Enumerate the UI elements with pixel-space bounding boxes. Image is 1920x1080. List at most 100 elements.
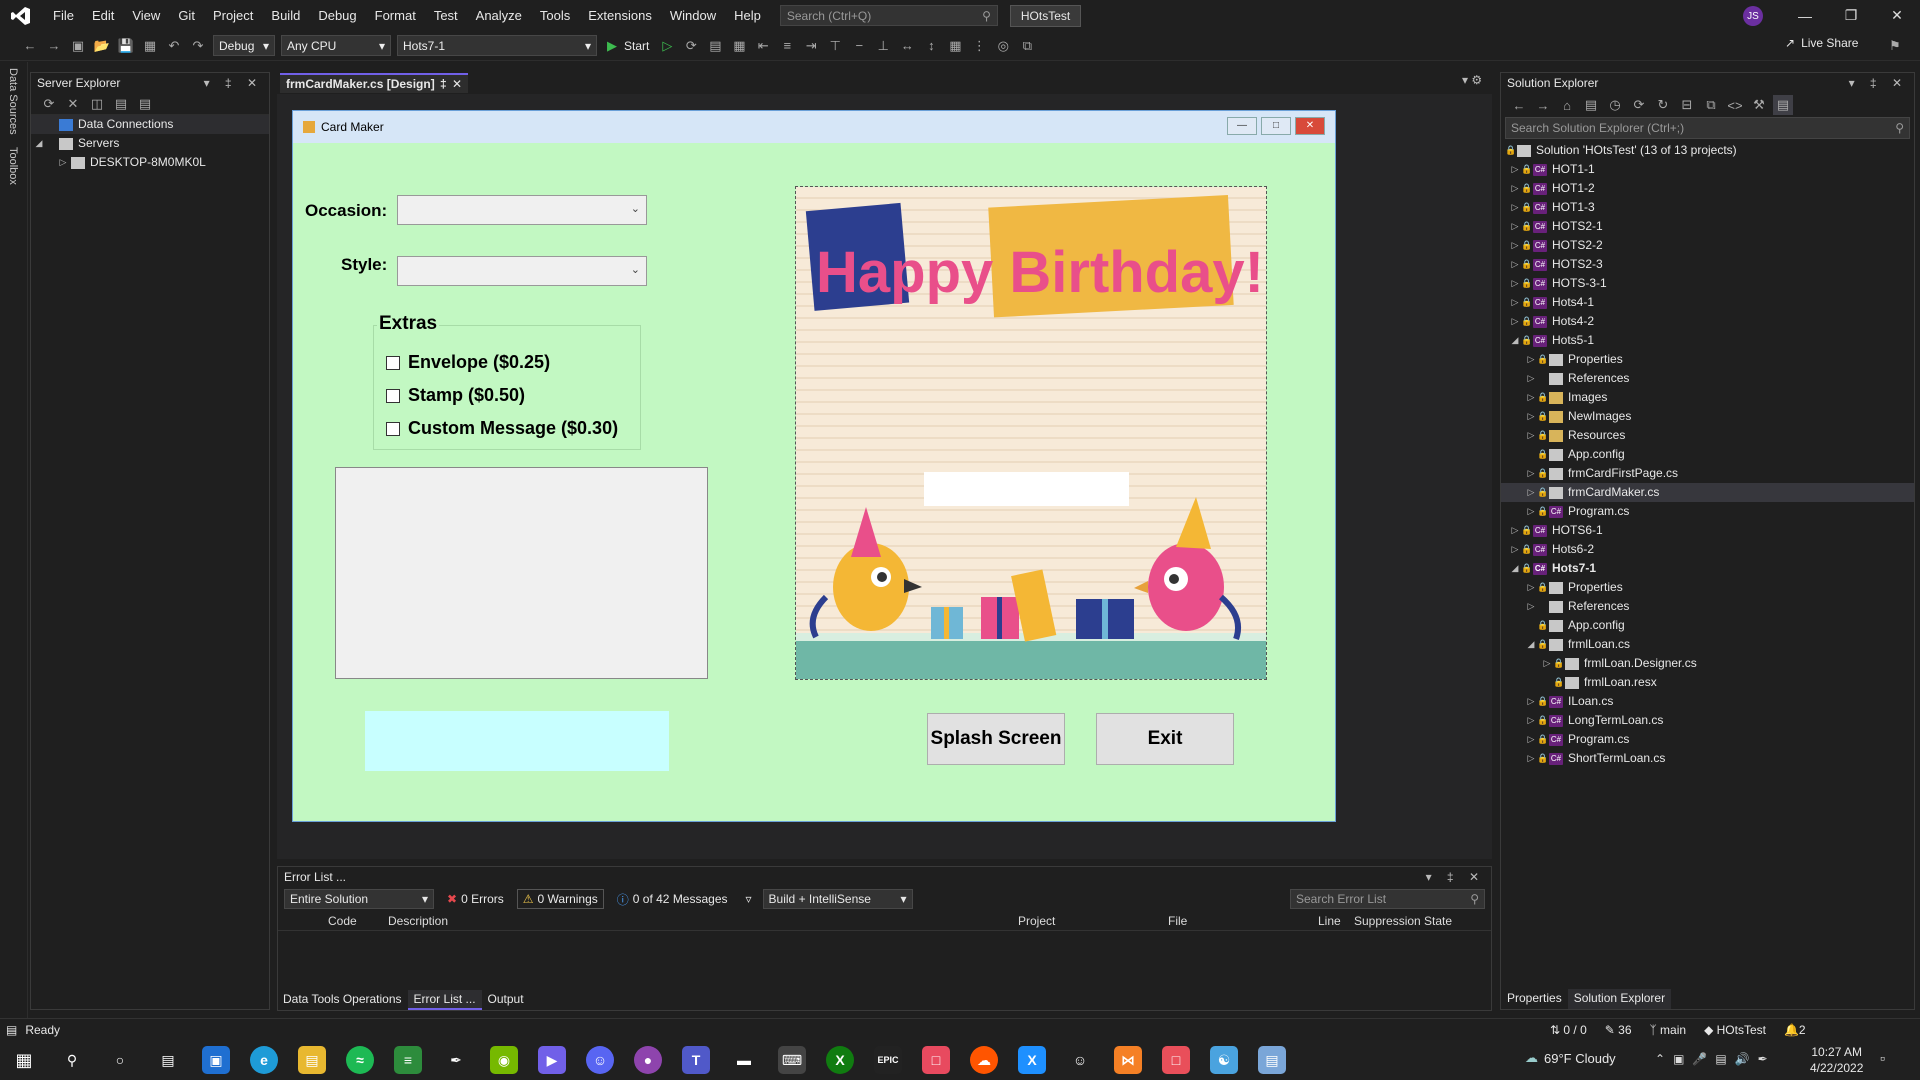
forward-icon[interactable]: → <box>1533 95 1553 115</box>
panel-controls-icon[interactable]: ▾ ‡ ✕ <box>1426 867 1491 887</box>
keyboard-icon[interactable]: ⌨ <box>778 1046 806 1074</box>
tree-item[interactable]: 🔒 App.config <box>1501 616 1914 635</box>
sync-icon[interactable]: ⟳ <box>1629 95 1649 115</box>
tab-toolbox[interactable]: Toolbox <box>0 141 26 191</box>
open-folder-icon[interactable]: 📂 <box>92 36 112 56</box>
menu-debug[interactable]: Debug <box>309 0 365 31</box>
minimize-icon[interactable]: — <box>1782 0 1828 31</box>
expand-right-icon[interactable]: ▷ <box>1541 654 1553 673</box>
expand-right-icon[interactable]: ▷ <box>1525 578 1537 597</box>
expand-down-icon[interactable]: ◢ <box>1509 331 1521 350</box>
task-view-icon[interactable]: ▤ <box>154 1046 182 1074</box>
back-icon[interactable]: ← <box>20 36 40 56</box>
expand-right-icon[interactable]: ▷ <box>1525 502 1537 521</box>
pending-changes-icon[interactable]: ◷ <box>1605 95 1625 115</box>
expand-right-icon[interactable]: ▷ <box>1525 730 1537 749</box>
home-icon[interactable]: ⌂ <box>1557 95 1577 115</box>
grid-icon[interactable]: ▦ <box>945 36 965 56</box>
avatar[interactable]: JS <box>1743 6 1763 26</box>
expand-right-icon[interactable]: ▷ <box>1509 540 1521 559</box>
tree-item[interactable]: ▷ 🔒 frmlLoan.Designer.cs <box>1501 654 1914 673</box>
solution-search-input[interactable]: Search Solution Explorer (Ctrl+;) ⚲ <box>1505 117 1910 139</box>
soundcloud-icon[interactable]: ☁ <box>970 1046 998 1074</box>
tree-item[interactable]: ▷ 🔒 Properties <box>1501 578 1914 597</box>
menu-window[interactable]: Window <box>661 0 725 31</box>
tree-item[interactable]: ▷ 🔒 C# ShortTermLoan.cs <box>1501 749 1914 768</box>
tree-item[interactable]: ▷ 🔒 C# Hots4-1 <box>1501 293 1914 312</box>
office-icon[interactable]: □ <box>1162 1046 1190 1074</box>
column-file[interactable]: File <box>1168 914 1318 928</box>
spotify-icon[interactable]: ≈ <box>346 1046 374 1074</box>
size-height-icon[interactable]: ↕ <box>921 36 941 56</box>
tray-chevron-icon[interactable]: ⌃ <box>1655 1052 1665 1066</box>
spacing-icon[interactable]: ⋮ <box>969 36 989 56</box>
tree-item-solution[interactable]: 🔒 Solution 'HOtsTest' (13 of 13 projects… <box>1501 141 1914 160</box>
size-width-icon[interactable]: ↔ <box>897 36 917 56</box>
column-line[interactable]: Line <box>1318 914 1354 928</box>
feedback-icon[interactable]: ⚑ <box>1885 36 1905 56</box>
menu-help[interactable]: Help <box>725 0 770 31</box>
tree-item-data-connections[interactable]: Data Connections <box>31 115 269 134</box>
podcast-icon[interactable]: ● <box>634 1046 662 1074</box>
redo-icon[interactable]: ↷ <box>188 36 208 56</box>
expand-right-icon[interactable]: ▷ <box>1525 388 1537 407</box>
azure-icon[interactable]: ▤ <box>135 94 155 114</box>
tree-item[interactable]: ▷ References <box>1501 597 1914 616</box>
tree-item[interactable]: ▷ 🔒 C# HOT1-3 <box>1501 198 1914 217</box>
expand-right-icon[interactable]: ▷ <box>1509 198 1521 217</box>
camera-icon[interactable]: ▣ <box>1673 1052 1684 1066</box>
tree-item[interactable]: ▷ 🔒 C# HOTS2-3 <box>1501 255 1914 274</box>
tree-item[interactable]: ▷ 🔒 Resources <box>1501 426 1914 445</box>
center-icon[interactable]: ◎ <box>993 36 1013 56</box>
messages-filter-button[interactable]: ⓘ 0 of 42 Messages <box>612 889 733 909</box>
expand-right-icon[interactable]: ▷ <box>1525 464 1537 483</box>
preview-icon[interactable]: ▤ <box>1773 95 1793 115</box>
tree-item[interactable]: ▷ 🔒 C# Hots6-2 <box>1501 540 1914 559</box>
expand-right-icon[interactable]: ▷ <box>1509 293 1521 312</box>
tree-item[interactable]: ▷ 🔒 C# HOT1-1 <box>1501 160 1914 179</box>
refresh-icon[interactable]: ↻ <box>1653 95 1673 115</box>
tree-item[interactable]: ◢ 🔒 frmlLoan.cs <box>1501 635 1914 654</box>
pen-icon[interactable]: ✒ <box>1758 1052 1768 1066</box>
style-dropdown[interactable]: ⌄ <box>397 256 647 286</box>
network-app-icon[interactable]: ☯ <box>1210 1046 1238 1074</box>
expand-down-icon[interactable]: ◢ <box>1509 559 1521 578</box>
epic-games-icon[interactable]: EPIC <box>874 1046 902 1074</box>
start-icon[interactable]: ▶ <box>602 36 622 56</box>
align-center-icon[interactable]: ≡ <box>777 36 797 56</box>
tree-item[interactable]: ▷ 🔒 NewImages <box>1501 407 1914 426</box>
live-share-button[interactable]: ↗ Live Share <box>1785 36 1858 50</box>
error-scope-dropdown[interactable]: Entire Solution ▾ <box>284 889 434 909</box>
menu-file[interactable]: File <box>44 0 83 31</box>
connect-server-icon[interactable]: ▤ <box>111 94 131 114</box>
browser-icon[interactable]: ▤ <box>705 36 725 56</box>
properties-wrench-icon[interactable]: ⚒ <box>1749 95 1769 115</box>
network-icon[interactable]: ▤ <box>1715 1052 1726 1066</box>
sticky-notes-icon[interactable]: ▤ <box>1258 1046 1286 1074</box>
envelope-checkbox[interactable]: Envelope ($0.25) <box>386 352 550 373</box>
close-tab-icon[interactable]: ✕ <box>452 77 462 91</box>
tree-item[interactable]: ▷ References <box>1501 369 1914 388</box>
file-explorer-icon[interactable]: ▤ <box>298 1046 326 1074</box>
save-all-icon[interactable]: ▦ <box>140 36 160 56</box>
expand-down-icon[interactable]: ◢ <box>33 134 45 153</box>
tree-item[interactable]: ▷ 🔒 C# LongTermLoan.cs <box>1501 711 1914 730</box>
line-col-indicator[interactable]: ⇅ 0 / 0 <box>1550 1023 1587 1037</box>
pen-tool-icon[interactable]: ✒ <box>442 1046 470 1074</box>
expand-right-icon[interactable]: ▷ <box>1525 407 1537 426</box>
notification-center-icon[interactable]: ▫ <box>1880 1050 1885 1066</box>
tree-item[interactable]: ▷ 🔒 C# Program.cs <box>1501 502 1914 521</box>
errors-filter-button[interactable]: ✖ 0 Errors <box>442 889 509 909</box>
splash-screen-button[interactable]: Splash Screen <box>927 713 1065 765</box>
tree-item[interactable]: ▷ 🔒 C# HOTS2-1 <box>1501 217 1914 236</box>
expand-right-icon[interactable]: ▷ <box>1509 236 1521 255</box>
xampp-icon[interactable]: ⋈ <box>1114 1046 1142 1074</box>
tab-solution-explorer[interactable]: Solution Explorer <box>1567 989 1672 1009</box>
visual-studio-icon[interactable]: ▶ <box>538 1046 566 1074</box>
collapse-all-icon[interactable]: ⊟ <box>1677 95 1697 115</box>
search-icon[interactable]: ⚲ <box>58 1046 86 1074</box>
connect-database-icon[interactable]: ◫ <box>87 94 107 114</box>
notifications-indicator[interactable]: 🔔2 <box>1784 1023 1806 1037</box>
solution-name-badge[interactable]: HOtsTest <box>1009 4 1082 27</box>
tab-properties[interactable]: Properties <box>1501 989 1568 1009</box>
